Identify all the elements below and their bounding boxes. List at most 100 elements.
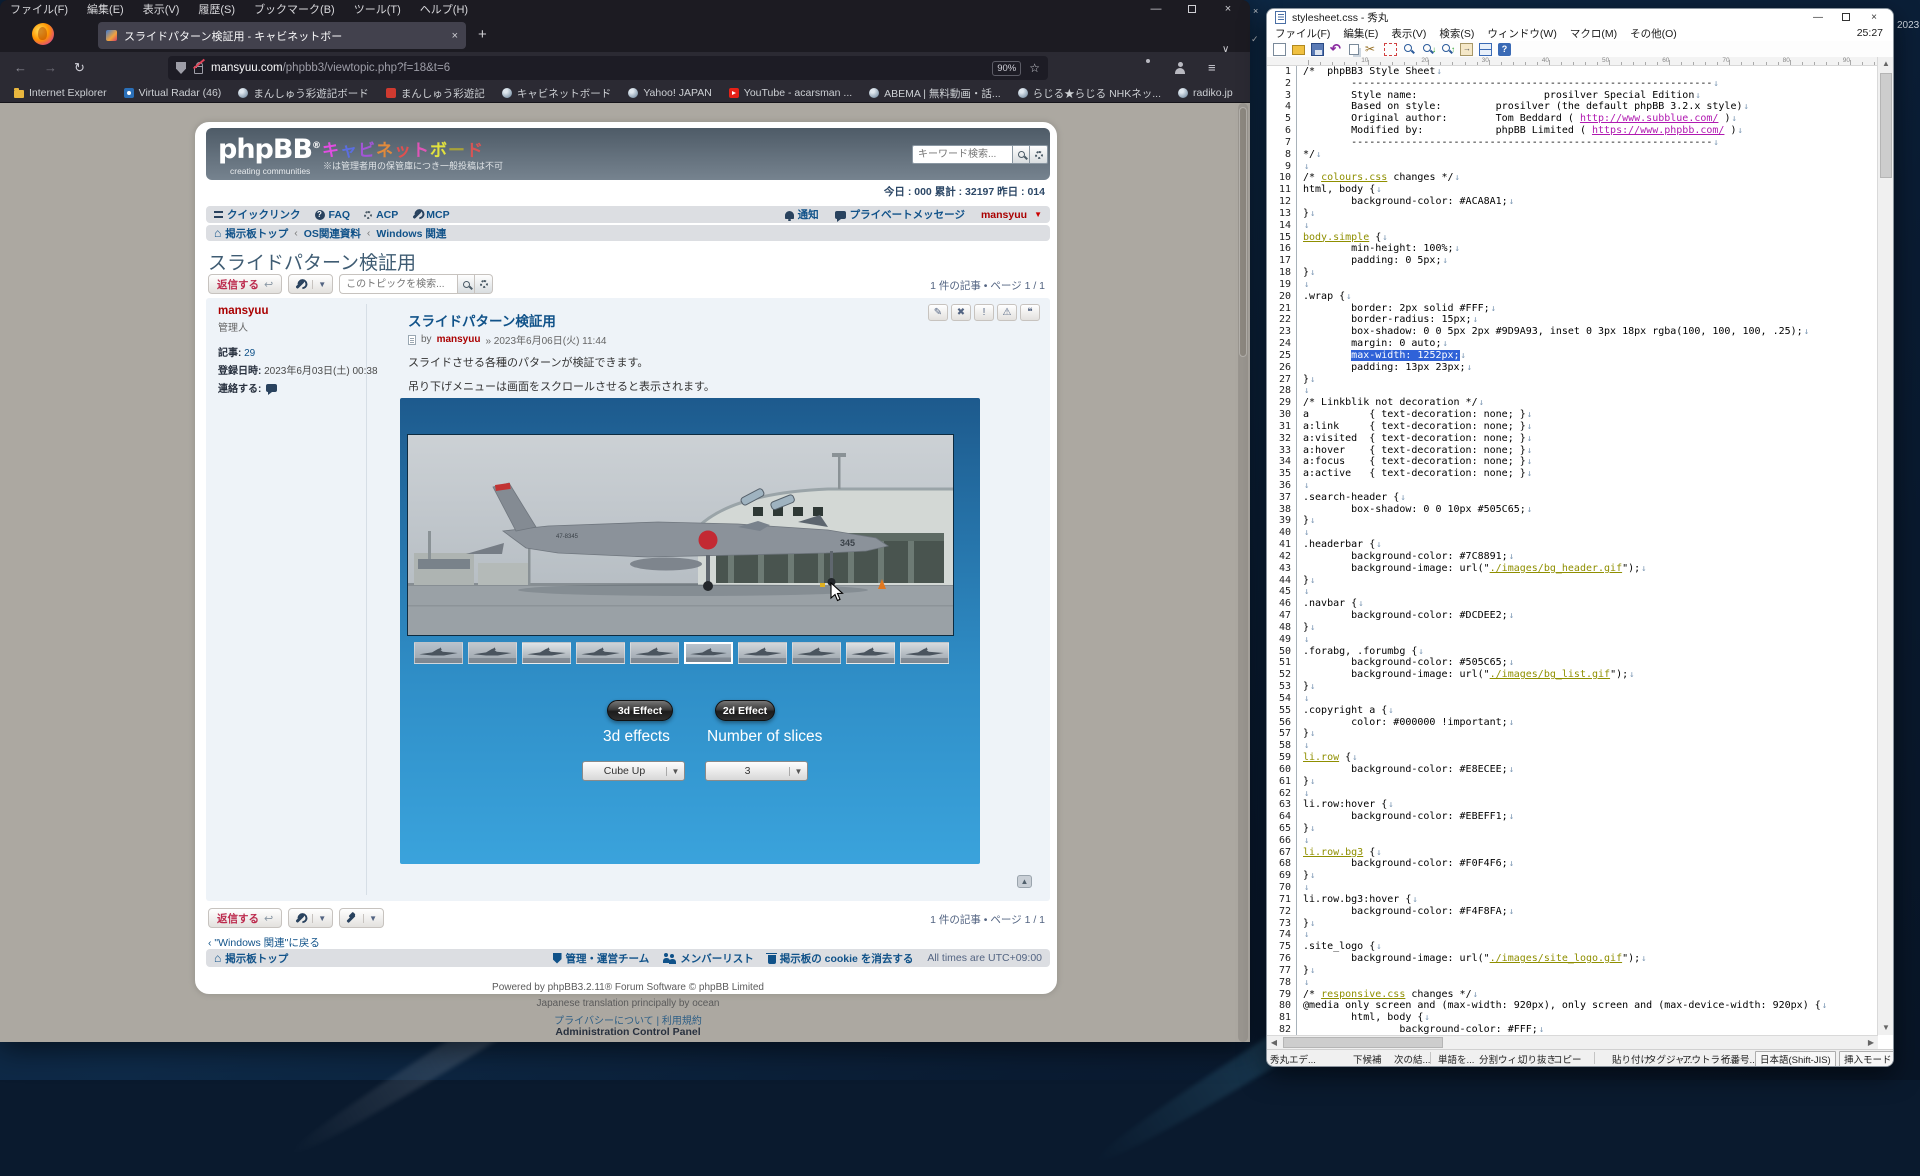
slide-thumbnail[interactable] xyxy=(576,642,625,664)
footer-privacy-terms[interactable]: プライバシーについて | 利用規約 xyxy=(197,1012,1059,1027)
tracking-shield-icon[interactable] xyxy=(176,62,186,74)
find-u-icon[interactable]: ↑ xyxy=(1441,43,1454,56)
advanced-search-button[interactable] xyxy=(1030,145,1048,164)
browser-menu-item[interactable]: 表示(V) xyxy=(143,1,180,17)
post-subject[interactable]: スライドパターン検証用 xyxy=(408,310,556,330)
editor-vertical-scrollbar[interactable]: ▲ ▼ xyxy=(1877,57,1893,1035)
editor-menu-item[interactable]: その他(O) xyxy=(1630,26,1677,41)
forward-button[interactable]: → xyxy=(44,60,57,75)
copy-icon[interactable] xyxy=(1349,44,1359,55)
slide-thumbnail[interactable] xyxy=(630,642,679,664)
bookmark-item[interactable]: まんしゅう彩遊記ボード xyxy=(238,86,369,101)
back-to-top-button[interactable]: ▲ xyxy=(1017,875,1032,888)
slide-thumbnail[interactable] xyxy=(738,642,787,664)
save-icon[interactable] xyxy=(1311,43,1324,56)
find-icon[interactable] xyxy=(1403,43,1416,56)
editor-text-area[interactable]: 1/* phpBB3 Style Sheet↓2 ---------------… xyxy=(1267,66,1878,1037)
bookmark-item[interactable]: まんしゅう彩遊記 xyxy=(386,86,485,101)
slide-thumbnail[interactable] xyxy=(846,642,895,664)
topic-search-advanced-button[interactable] xyxy=(475,274,493,294)
tab-active[interactable]: スライドパターン検証用 - キャビネットボー × xyxy=(98,22,466,49)
replace-icon[interactable] xyxy=(1460,43,1473,56)
pm-icon[interactable] xyxy=(266,384,277,392)
editor-horizontal-scrollbar[interactable]: ◀ ▶ xyxy=(1267,1035,1878,1049)
nav-pm[interactable]: プライベートメッセージ xyxy=(835,207,965,222)
warn-button[interactable]: ⚠ xyxy=(997,304,1017,321)
url-bar[interactable]: mansyuu.com/phpbb3/viewtopic.php?f=18&t=… xyxy=(168,56,1048,80)
slices-select[interactable]: 3▼ xyxy=(705,761,808,781)
select-icon[interactable] xyxy=(1384,43,1397,56)
browser-menu-item[interactable]: ブックマーク(B) xyxy=(254,1,335,17)
aircraft-photo[interactable]: 345 47-8345 xyxy=(407,434,954,636)
find-d-icon[interactable]: ↓ xyxy=(1422,43,1435,56)
topic-tools-button[interactable]: ▼ xyxy=(288,274,333,294)
keyword-search-input[interactable] xyxy=(912,145,1012,164)
author-username[interactable]: mansyuu xyxy=(218,305,378,317)
bookmark-item[interactable]: らじる★らじる NHKネッ... xyxy=(1018,86,1161,101)
status-item[interactable]: 切り抜き xyxy=(1518,1052,1556,1066)
nav-bell[interactable]: 通知 xyxy=(785,207,819,222)
help-icon[interactable]: ? xyxy=(1498,43,1511,56)
status-item[interactable]: コピー xyxy=(1553,1052,1582,1066)
cut-icon[interactable]: ✂ xyxy=(1365,43,1378,56)
status-item[interactable]: 日本語(Shift-JIS) xyxy=(1755,1051,1836,1067)
slide-thumbnail[interactable] xyxy=(684,642,733,664)
topic-tools-button[interactable]: ▼ xyxy=(288,908,333,928)
reply-button-bottom[interactable]: 返信する↩ xyxy=(208,908,282,928)
breadcrumb-link[interactable]: Windows 関連 xyxy=(376,226,446,241)
status-item[interactable]: 行番号... xyxy=(1721,1052,1757,1066)
bookmark-item[interactable]: Yahoo! JAPAN xyxy=(628,86,711,101)
menu-icon[interactable]: ≡ xyxy=(1208,60,1216,75)
nav-ACP[interactable]: ACP xyxy=(364,207,398,222)
editor-menu-item[interactable]: 表示(V) xyxy=(1391,26,1426,41)
editor-menu-item[interactable]: ウィンドウ(W) xyxy=(1487,26,1556,41)
edit-button[interactable]: ✎ xyxy=(928,304,948,321)
3d-effect-button[interactable]: 3d Effect xyxy=(607,700,673,721)
moderator-tools-button[interactable]: ▼ xyxy=(339,908,384,928)
browser-menu-item[interactable]: 編集(E) xyxy=(87,1,124,17)
bookmark-item[interactable]: Virtual Radar (46) xyxy=(124,86,222,101)
effect-select[interactable]: Cube Up▼ xyxy=(582,761,685,781)
page-scrollbar[interactable] xyxy=(1238,103,1248,1042)
topic-search-input[interactable] xyxy=(339,274,457,294)
bookmark-item[interactable]: ABEMA | 無料動画・話... xyxy=(869,86,1001,101)
editor-menu-item[interactable]: ファイル(F) xyxy=(1275,26,1330,41)
bottom-link-shield[interactable]: 管理・運営チーム xyxy=(553,951,650,966)
bookmark-star-icon[interactable]: ☆ xyxy=(1029,61,1040,75)
minimize-button[interactable]: — xyxy=(1142,2,1170,18)
status-item[interactable]: 次の結... xyxy=(1394,1052,1430,1066)
new-tab-button[interactable]: + xyxy=(478,26,487,43)
delete-button[interactable]: ✖ xyxy=(951,304,971,321)
status-item[interactable]: 秀丸エデ... xyxy=(1270,1052,1316,1066)
status-item[interactable]: 貼り付け xyxy=(1612,1052,1650,1066)
editor-menu-item[interactable]: 編集(E) xyxy=(1343,26,1378,41)
page-icon[interactable] xyxy=(1273,43,1286,56)
topic-search-button[interactable] xyxy=(457,274,475,294)
bookmark-item[interactable]: キャビネットボード xyxy=(502,86,612,101)
bookmark-item[interactable]: Internet Explorer xyxy=(14,86,107,101)
quote-button[interactable]: ❝ xyxy=(1020,304,1040,321)
maximize-button[interactable] xyxy=(1833,10,1859,25)
return-to-forum-link[interactable]: ‹ "Windows 関連"に戻る xyxy=(208,935,320,950)
browser-menu-item[interactable]: 履歴(S) xyxy=(198,1,235,17)
browser-menu-item[interactable]: ツール(T) xyxy=(354,1,401,17)
report-button[interactable]: ! xyxy=(974,304,994,321)
bottom-link-users[interactable]: メンバーリスト xyxy=(663,951,754,966)
footer-acp-link[interactable]: Administration Control Panel xyxy=(197,1026,1059,1038)
close-button[interactable]: × xyxy=(1214,2,1242,18)
status-item[interactable]: 下候補 xyxy=(1353,1052,1382,1066)
breadcrumb-home[interactable]: ⌂掲示板トップ xyxy=(214,226,288,241)
split-icon[interactable] xyxy=(1479,43,1492,56)
folder-icon[interactable] xyxy=(1292,45,1305,55)
minimize-button[interactable]: — xyxy=(1805,10,1831,25)
undo-icon[interactable]: ↶ xyxy=(1330,43,1343,56)
bookmark-item[interactable]: YouTube - acarsman ... xyxy=(729,86,852,101)
insecure-lock-icon[interactable] xyxy=(194,66,203,74)
slide-thumbnail[interactable] xyxy=(900,642,949,664)
search-button[interactable] xyxy=(1012,145,1030,164)
nav-クイックリンク[interactable]: クイックリンク xyxy=(214,207,301,222)
board-index-link[interactable]: ⌂掲示板トップ xyxy=(214,951,288,966)
status-item[interactable]: 挿入モード xyxy=(1839,1051,1894,1067)
2d-effect-button[interactable]: 2d Effect xyxy=(715,700,775,721)
slide-thumbnail[interactable] xyxy=(792,642,841,664)
